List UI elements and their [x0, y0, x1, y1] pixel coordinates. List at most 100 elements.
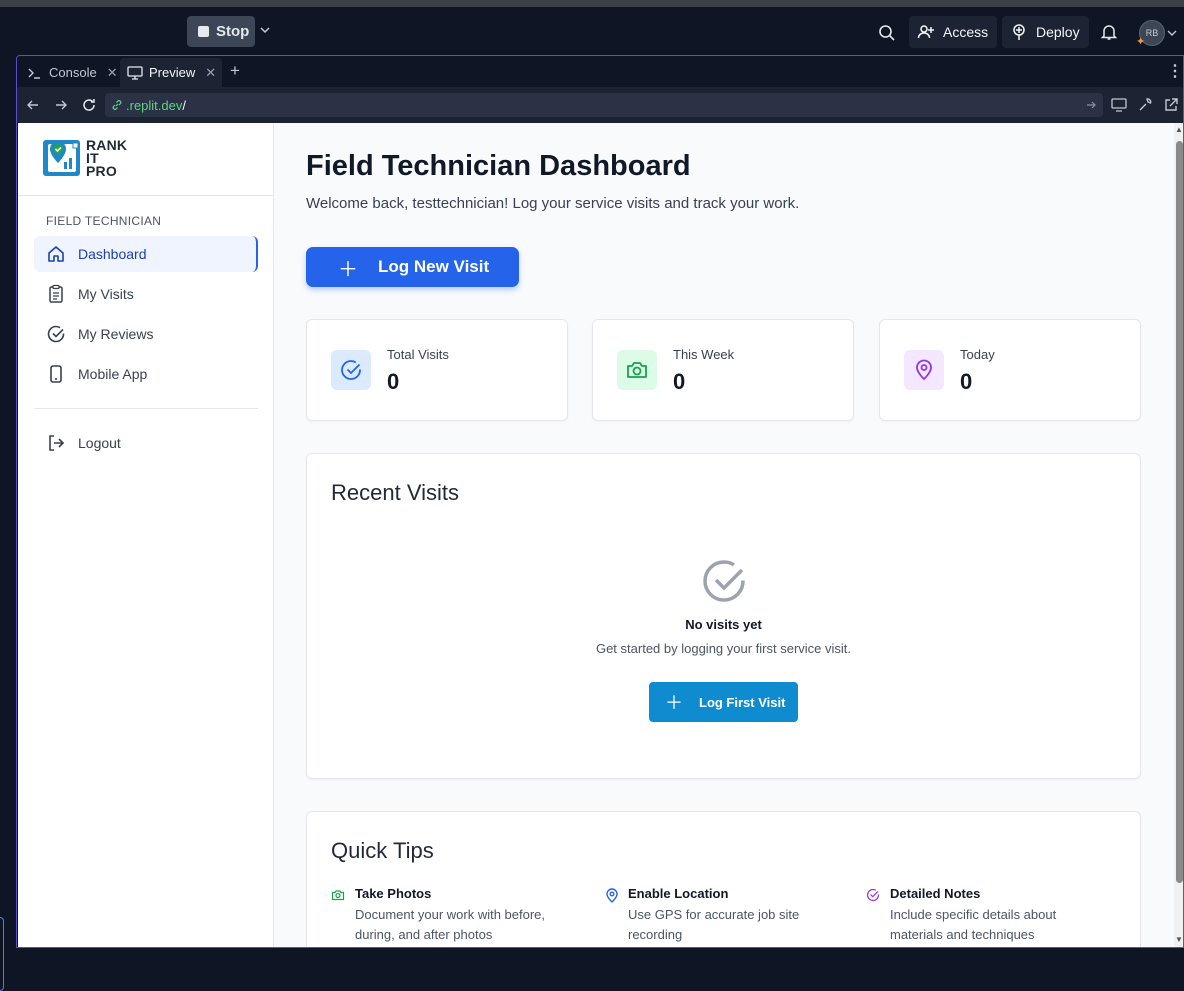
scrollbar-thumb[interactable] [1176, 141, 1183, 883]
tip-description: Include specific details about materials… [890, 907, 1057, 942]
stat-value: 0 [387, 369, 400, 394]
check-circle-icon [866, 888, 880, 902]
stop-button[interactable]: Stop [187, 16, 255, 47]
sidebar-item-my-reviews[interactable]: My Reviews [34, 316, 258, 352]
left-panel-strip [0, 55, 16, 991]
clipboard-icon [49, 284, 63, 303]
page-title: Field Technician Dashboard [306, 150, 691, 182]
stat-value: 0 [960, 369, 973, 394]
tab-preview-label: Preview [149, 65, 196, 80]
quick-tips-card: Quick Tips Take Photos Document your wor… [306, 811, 1141, 947]
recent-visits-card: Recent Visits No visits yet Get started … [306, 453, 1141, 779]
sidebar-item-mobile-app[interactable]: Mobile App [34, 356, 258, 392]
forward-arrow-icon[interactable] [54, 98, 68, 112]
chevron-down-icon[interactable] [258, 23, 272, 37]
monitor-icon [127, 65, 143, 80]
back-arrow-icon[interactable] [26, 98, 40, 112]
go-arrow-icon[interactable] [1085, 99, 1097, 111]
sidebar-item-dashboard[interactable]: Dashboard [34, 236, 258, 272]
sidebar-section-label: FIELD TECHNICIAN [46, 214, 162, 228]
stat-card-this-week: This Week 0 [592, 319, 854, 421]
stat-label: Total Visits [387, 347, 449, 362]
deploy-icon [1013, 24, 1025, 40]
more-vertical-icon[interactable]: ⋮ [1167, 61, 1183, 81]
tab-console-label: Console [49, 65, 97, 80]
check-circle-icon [331, 350, 371, 390]
log-first-visit-button[interactable]: ＋ Log First Visit [649, 682, 798, 722]
tab-console[interactable]: Console ✕ [23, 58, 122, 87]
stop-icon [198, 26, 209, 37]
pane-tab-bar: Console ✕ Preview ✕ + ⋮ [17, 56, 1183, 87]
sidebar-item-label: Dashboard [78, 246, 147, 262]
logo-line-3: PRO [86, 163, 117, 179]
home-icon [48, 246, 64, 262]
devices-icon[interactable] [1111, 97, 1127, 113]
url-host: .replit.dev [126, 97, 183, 113]
empty-state-title: No visits yet [685, 617, 762, 632]
access-label: Access [943, 24, 989, 40]
plus-icon: ＋ [338, 258, 358, 281]
logo-area: RANK IT PRO [18, 123, 274, 196]
panel-indicator [0, 917, 4, 991]
sidebar-item-label: My Reviews [78, 326, 154, 342]
map-pin-icon [606, 888, 618, 903]
tip-description: Use GPS for accurate job site recording [628, 907, 800, 942]
empty-state-subtitle: Get started by logging your first servic… [595, 641, 852, 656]
link-icon [112, 100, 122, 110]
add-tab-icon[interactable]: + [230, 61, 240, 81]
logout-button[interactable]: Logout [34, 425, 258, 461]
wrench-icon[interactable] [1137, 97, 1153, 113]
stat-label: Today [960, 347, 995, 362]
logo [43, 140, 80, 176]
log-new-visit-button[interactable]: ＋ Log New Visit [306, 247, 519, 287]
url-bar: .replit.dev / [17, 87, 1183, 123]
access-button[interactable]: Access [909, 16, 998, 48]
logout-icon [49, 435, 65, 451]
logout-label: Logout [78, 435, 121, 451]
sidebar: RANK IT PRO FIELD TECHNICIAN Dashboard M… [18, 123, 274, 947]
tip-title: Take Photos [355, 886, 432, 901]
refresh-icon[interactable] [81, 97, 97, 113]
add-user-icon [917, 25, 934, 39]
close-icon[interactable]: ✕ [205, 65, 216, 81]
avatar-initials: RB [1145, 28, 1159, 38]
recent-visits-title: Recent Visits [331, 480, 459, 505]
search-icon[interactable] [878, 24, 896, 42]
tip-title: Detailed Notes [890, 886, 981, 901]
map-pin-icon [904, 350, 944, 390]
deploy-label: Deploy [1036, 24, 1080, 40]
chevron-down-icon[interactable] [1166, 27, 1178, 39]
url-field[interactable]: .replit.dev / [105, 93, 1103, 117]
page-scrollbar[interactable]: ▲ ▼ [1174, 123, 1183, 947]
stat-value: 0 [673, 369, 686, 394]
check-circle-icon [703, 560, 745, 602]
smartphone-icon [50, 365, 62, 383]
log-new-visit-label: Log New Visit [378, 257, 490, 276]
app-page: RANK IT PRO FIELD TECHNICIAN Dashboard M… [18, 123, 1174, 947]
close-icon[interactable]: ✕ [107, 65, 118, 81]
status-star-icon: ✦ [1136, 36, 1146, 48]
main-content: Field Technician Dashboard Welcome back,… [306, 123, 1141, 947]
sidebar-divider [34, 408, 258, 409]
terminal-icon [28, 68, 40, 79]
sidebar-item-label: My Visits [78, 286, 134, 302]
tab-preview[interactable]: Preview ✕ [120, 58, 222, 87]
page-subtitle: Welcome back, testtechnician! Log your s… [306, 195, 800, 212]
stat-card-today: Today 0 [879, 319, 1141, 421]
stop-label: Stop [216, 23, 250, 40]
scroll-up-icon[interactable]: ▲ [1175, 125, 1183, 134]
check-circle-icon [47, 325, 65, 343]
log-first-visit-label: Log First Visit [699, 694, 786, 710]
sidebar-item-my-visits[interactable]: My Visits [34, 276, 258, 312]
camera-icon [331, 890, 345, 901]
tip-description: Document your work with before, during, … [355, 907, 546, 942]
deploy-button[interactable]: Deploy [1002, 16, 1089, 48]
camera-icon [617, 350, 657, 390]
scroll-down-icon[interactable]: ▼ [1175, 935, 1183, 944]
open-external-icon[interactable] [1163, 97, 1179, 113]
ide-header: Stop Access Deploy RB ✦ [0, 7, 1184, 55]
bell-icon[interactable] [1100, 23, 1118, 41]
preview-pane: Console ✕ Preview ✕ + ⋮ .replit.dev / RA… [16, 55, 1184, 948]
quick-tips-title: Quick Tips [331, 838, 434, 863]
plus-icon: ＋ [665, 693, 683, 713]
